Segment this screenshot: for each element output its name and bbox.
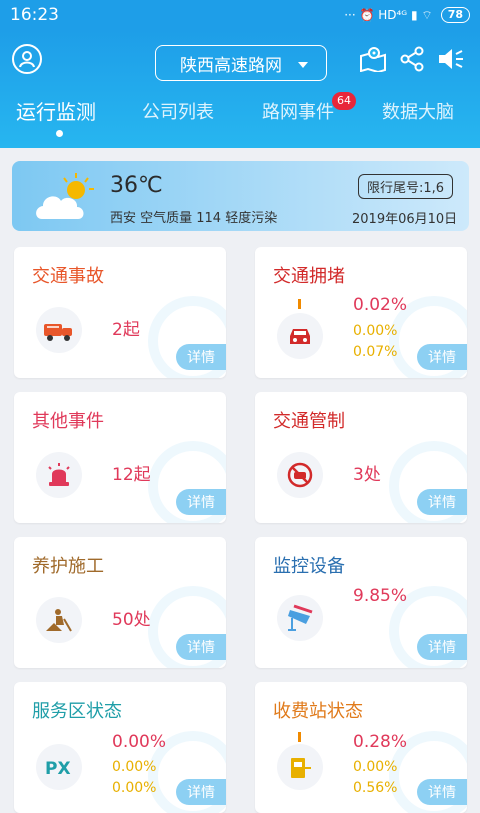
card-title: 监控设备 (273, 556, 345, 577)
card-traffic-control[interactable]: 交通管制 3处 详情 (255, 392, 467, 523)
weather-cloud-sun-icon (32, 171, 98, 227)
congestion-rate-3: 0.07% (353, 344, 398, 360)
card-traffic-accident[interactable]: 交通事故 2起 详情 (14, 247, 226, 378)
region-select[interactable]: 陕西高速路网 (155, 45, 327, 81)
toll-rate-3: 0.56% (353, 780, 398, 796)
card-other-events[interactable]: 其他事件 12起 详情 (14, 392, 226, 523)
monitoring-rate: 9.85% (353, 586, 408, 606)
toll-marker (298, 732, 301, 742)
app-header: 陕西高速路网 运行监测 公司列表 路网事件 64 数据大脑 (0, 30, 480, 148)
status-bar: 16:23 ··· ⏰ HD⁴ᴳ ▮ ⌔ 78 (0, 0, 480, 30)
congestion-marker (298, 299, 301, 309)
battery-indicator: 78 (440, 7, 470, 23)
events-count-badge: 64 (332, 92, 356, 110)
avatar-icon[interactable] (12, 44, 42, 74)
tab-data-brain-label: 数据大脑 (382, 102, 454, 123)
status-time: 16:23 (10, 5, 59, 25)
card-service-area-status[interactable]: 服务区状态 PX 0.00% 0.00% 0.00% 详情 (14, 682, 226, 813)
traffic-control-count: 3处 (353, 465, 381, 485)
card-traffic-congestion[interactable]: 交通拥堵 0.02% 0.00% 0.07% 详情 (255, 247, 467, 378)
card-title: 收费站状态 (273, 701, 363, 722)
accident-icon (36, 307, 82, 353)
details-button[interactable]: 详情 (417, 344, 467, 370)
share-icon[interactable] (397, 44, 427, 74)
alarm-light-icon (36, 452, 82, 498)
tab-monitoring[interactable]: 运行监测 (16, 96, 96, 125)
region-select-label: 陕西高速路网 (180, 55, 282, 76)
camera-icon (277, 595, 323, 641)
toll-rate-2: 0.00% (353, 759, 398, 775)
svg-text:PX: PX (45, 759, 71, 778)
congestion-car-icon (277, 313, 323, 359)
chevron-down-icon (298, 53, 308, 73)
tab-network-events[interactable]: 路网事件 (262, 98, 334, 124)
service-area-rate-1: 0.00% (112, 732, 167, 752)
weather-banner: 36℃ 西安 空气质量 114 轻度污染 限行尾号:1,6 2019年06月10… (12, 161, 469, 231)
details-button[interactable]: 详情 (417, 779, 467, 805)
tab-network-events-label: 路网事件 (262, 102, 334, 123)
air-quality-text: 西安 空气质量 114 轻度污染 (110, 211, 278, 226)
tab-company-list-label: 公司列表 (142, 102, 214, 123)
construction-worker-icon (36, 597, 82, 643)
details-button[interactable]: 详情 (176, 344, 226, 370)
details-button[interactable]: 详情 (417, 634, 467, 660)
card-title: 服务区状态 (32, 701, 122, 722)
card-title: 交通拥堵 (273, 266, 345, 287)
map-location-icon[interactable] (358, 44, 388, 74)
service-area-rate-3: 0.00% (112, 780, 157, 796)
no-vehicle-icon (277, 452, 323, 498)
plate-limit-badge: 限行尾号:1,6 (358, 174, 454, 199)
toll-station-icon (277, 744, 323, 790)
card-toll-station-status[interactable]: 收费站状态 0.28% 0.00% 0.56% 详情 (255, 682, 467, 813)
congestion-rate-2: 0.00% (353, 323, 398, 339)
card-maintenance[interactable]: 养护施工 50处 详情 (14, 537, 226, 668)
toll-rate-1: 0.28% (353, 732, 408, 752)
maintenance-count: 50处 (112, 610, 151, 630)
tab-bar: 运行监测 公司列表 路网事件 64 数据大脑 (0, 92, 480, 142)
tab-data-brain[interactable]: 数据大脑 (382, 98, 454, 124)
active-tab-indicator (56, 130, 63, 137)
temperature: 36℃ (110, 173, 163, 198)
card-title: 交通管制 (273, 411, 345, 432)
speaker-icon[interactable] (436, 44, 466, 74)
accident-count: 2起 (112, 320, 140, 340)
status-indicators: ··· ⏰ HD⁴ᴳ ▮ ⌔ (344, 7, 433, 22)
service-area-icon: PX (36, 744, 82, 790)
details-button[interactable]: 详情 (176, 779, 226, 805)
details-button[interactable]: 详情 (417, 489, 467, 515)
card-title: 养护施工 (32, 556, 104, 577)
other-events-count: 12起 (112, 465, 151, 485)
tab-monitoring-label: 运行监测 (16, 100, 96, 124)
card-title: 其他事件 (32, 411, 104, 432)
weather-date: 2019年06月10日 (352, 212, 458, 227)
details-button[interactable]: 详情 (176, 634, 226, 660)
service-area-rate-2: 0.00% (112, 759, 157, 775)
card-monitoring-devices[interactable]: 监控设备 9.85% 详情 (255, 537, 467, 668)
card-title: 交通事故 (32, 266, 104, 287)
congestion-rate-1: 0.02% (353, 295, 408, 315)
tab-company-list[interactable]: 公司列表 (142, 98, 214, 124)
details-button[interactable]: 详情 (176, 489, 226, 515)
